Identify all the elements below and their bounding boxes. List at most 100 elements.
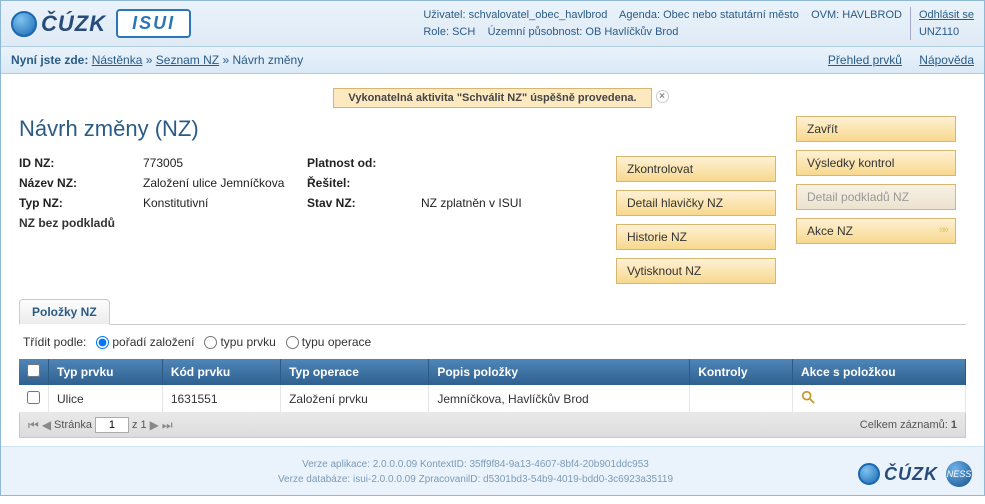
- row-checkbox[interactable]: [27, 391, 40, 404]
- tabs: Položky NZ: [19, 298, 966, 325]
- col-type[interactable]: Typ prvku: [49, 359, 163, 385]
- actions-button-label: Akce NZ: [807, 224, 853, 238]
- of-label: z: [132, 419, 138, 431]
- globe-icon: [858, 463, 880, 485]
- total-pages: 1: [140, 419, 146, 431]
- cuzk-logo: ČÚZK: [11, 11, 106, 37]
- name-value: Založení ulice Jemníčkova: [143, 176, 303, 190]
- breadcrumb-sep: »: [222, 53, 229, 67]
- breadcrumb-sep: »: [146, 53, 153, 67]
- success-alert: Vykonatelná aktivita "Schválit NZ" úspěš…: [333, 88, 651, 108]
- close-button[interactable]: Zavřít: [796, 116, 956, 142]
- header-detail-button[interactable]: Detail hlavičky NZ: [616, 190, 776, 216]
- select-all-checkbox[interactable]: [27, 364, 40, 377]
- logo-group: ČÚZK ISUI: [11, 9, 191, 38]
- no-docs-label: NZ bez podkladů: [19, 216, 616, 230]
- footer: Verze aplikace: 2.0.0.0.09 KontextID: 35…: [1, 446, 984, 495]
- next-page-icon[interactable]: ▶: [150, 418, 159, 432]
- breadcrumb-prefix: Nyní jste zde:: [11, 53, 88, 67]
- history-button[interactable]: Historie NZ: [616, 224, 776, 250]
- sort-radio-type[interactable]: [204, 336, 217, 349]
- breadcrumb: Nyní jste zde: Nástěnka » Seznam NZ » Ná…: [1, 47, 984, 74]
- user-info: Uživatel: schvalovatel_obec_havlbrod Age…: [423, 7, 974, 40]
- scope-label: Územní působnost:: [488, 26, 583, 38]
- overview-link[interactable]: Přehled prvků: [828, 53, 902, 67]
- name-label: Název NZ:: [19, 176, 139, 190]
- items-table: Typ prvku Kód prvku Typ operace Popis po…: [19, 359, 966, 413]
- logout-link[interactable]: Odhlásit se: [919, 9, 974, 21]
- ovm-label: OVM:: [811, 9, 839, 21]
- footer-line-2: Verze databáze: isui-2.0.0.0.09 Zpracova…: [93, 472, 858, 487]
- validity-value: [421, 156, 616, 170]
- help-link[interactable]: Nápověda: [919, 53, 974, 67]
- cell-op: Založení prvku: [281, 385, 429, 413]
- footer-line-1: Verze aplikace: 2.0.0.0.09 KontextID: 35…: [93, 457, 858, 472]
- id-label: ID NZ:: [19, 156, 139, 170]
- type-label: Typ NZ:: [19, 196, 139, 210]
- cell-actions: [792, 385, 965, 413]
- header-bar: ČÚZK ISUI Uživatel: schvalovatel_obec_ha…: [1, 1, 984, 47]
- page-label: Stránka: [54, 419, 92, 431]
- type-value: Konstitutivní: [143, 196, 303, 210]
- prev-page-icon[interactable]: ◀: [42, 418, 51, 432]
- state-value: NZ zplatněn v ISUI: [421, 196, 616, 210]
- footer-cuzk-logo: ČÚZK: [858, 463, 938, 485]
- col-desc[interactable]: Popis položky: [429, 359, 690, 385]
- sort-radio-order[interactable]: [96, 336, 109, 349]
- sort-opt-type[interactable]: typu prvku: [204, 335, 275, 349]
- role-label: Role:: [423, 26, 449, 38]
- sort-row: Třídit podle: pořadí založení typu prvku…: [19, 325, 966, 359]
- pager: ⏮ ◀ Stránka z 1 ▶ ⏭ Celkem záznamů: 1: [19, 413, 966, 438]
- col-code[interactable]: Kód prvku: [162, 359, 280, 385]
- total-label: Celkem záznamů:: [860, 419, 948, 431]
- docs-detail-button: Detail podkladů NZ: [796, 184, 956, 210]
- table-row: Ulice 1631551 Založení prvku Jemníčkova,…: [19, 385, 966, 413]
- magnifier-icon[interactable]: [801, 390, 815, 404]
- breadcrumb-item-1[interactable]: Seznam NZ: [156, 53, 219, 67]
- cell-desc: Jemníčkova, Havlíčkův Brod: [429, 385, 690, 413]
- cell-checks: [690, 385, 793, 413]
- footer-cuzk-text: ČÚZK: [884, 464, 938, 485]
- cell-code: 1631551: [162, 385, 280, 413]
- ness-logo: NESS: [946, 461, 972, 487]
- validity-label: Platnost od:: [307, 156, 417, 170]
- sort-label: Třídit podle:: [23, 335, 86, 349]
- sort-opt-op[interactable]: typu operace: [286, 335, 371, 349]
- results-button[interactable]: Výsledky kontrol: [796, 150, 956, 176]
- state-label: Stav NZ:: [307, 196, 417, 210]
- user-value: schvalovatel_obec_havlbrod: [469, 9, 608, 21]
- actions-button[interactable]: Akce NZ »»: [796, 218, 956, 244]
- cuzk-logo-text: ČÚZK: [41, 11, 106, 37]
- sort-opt-order[interactable]: pořadí založení: [96, 335, 194, 349]
- scope-value: OB Havlíčkův Brod: [585, 26, 678, 38]
- sort-radio-op[interactable]: [286, 336, 299, 349]
- agenda-value: Obec nebo statutární město: [663, 9, 799, 21]
- first-page-icon[interactable]: ⏮: [28, 418, 39, 433]
- check-button[interactable]: Zkontrolovat: [616, 156, 776, 182]
- meta-grid: ID NZ: 773005 Platnost od: Název NZ: Zal…: [19, 156, 616, 210]
- page-input[interactable]: [95, 417, 129, 433]
- isui-logo: ISUI: [116, 9, 191, 38]
- id-value: 773005: [143, 156, 303, 170]
- solver-label: Řešitel:: [307, 176, 417, 190]
- cell-type: Ulice: [49, 385, 163, 413]
- print-button[interactable]: Vytisknout NZ: [616, 258, 776, 284]
- last-page-icon[interactable]: ⏭: [162, 418, 173, 433]
- col-op[interactable]: Typ operace: [281, 359, 429, 385]
- ovm-value: HAVLBROD: [842, 9, 902, 21]
- total-value: 1: [951, 419, 957, 431]
- chevron-right-icon: »»: [939, 224, 947, 236]
- globe-icon: [11, 11, 37, 37]
- unz-code: UNZ110: [919, 26, 959, 38]
- close-icon[interactable]: ×: [656, 90, 669, 103]
- agenda-label: Agenda:: [619, 9, 660, 21]
- solver-value: [421, 176, 616, 190]
- col-actions[interactable]: Akce s položkou: [792, 359, 965, 385]
- user-label: Uživatel:: [423, 9, 465, 21]
- alert-text: Vykonatelná aktivita "Schválit NZ" úspěš…: [348, 92, 636, 104]
- breadcrumb-item-2: Návrh změny: [233, 53, 304, 67]
- breadcrumb-item-0[interactable]: Nástěnka: [92, 53, 143, 67]
- col-checks[interactable]: Kontroly: [690, 359, 793, 385]
- tab-items[interactable]: Položky NZ: [19, 299, 110, 325]
- page-title: Návrh změny (NZ): [19, 116, 616, 142]
